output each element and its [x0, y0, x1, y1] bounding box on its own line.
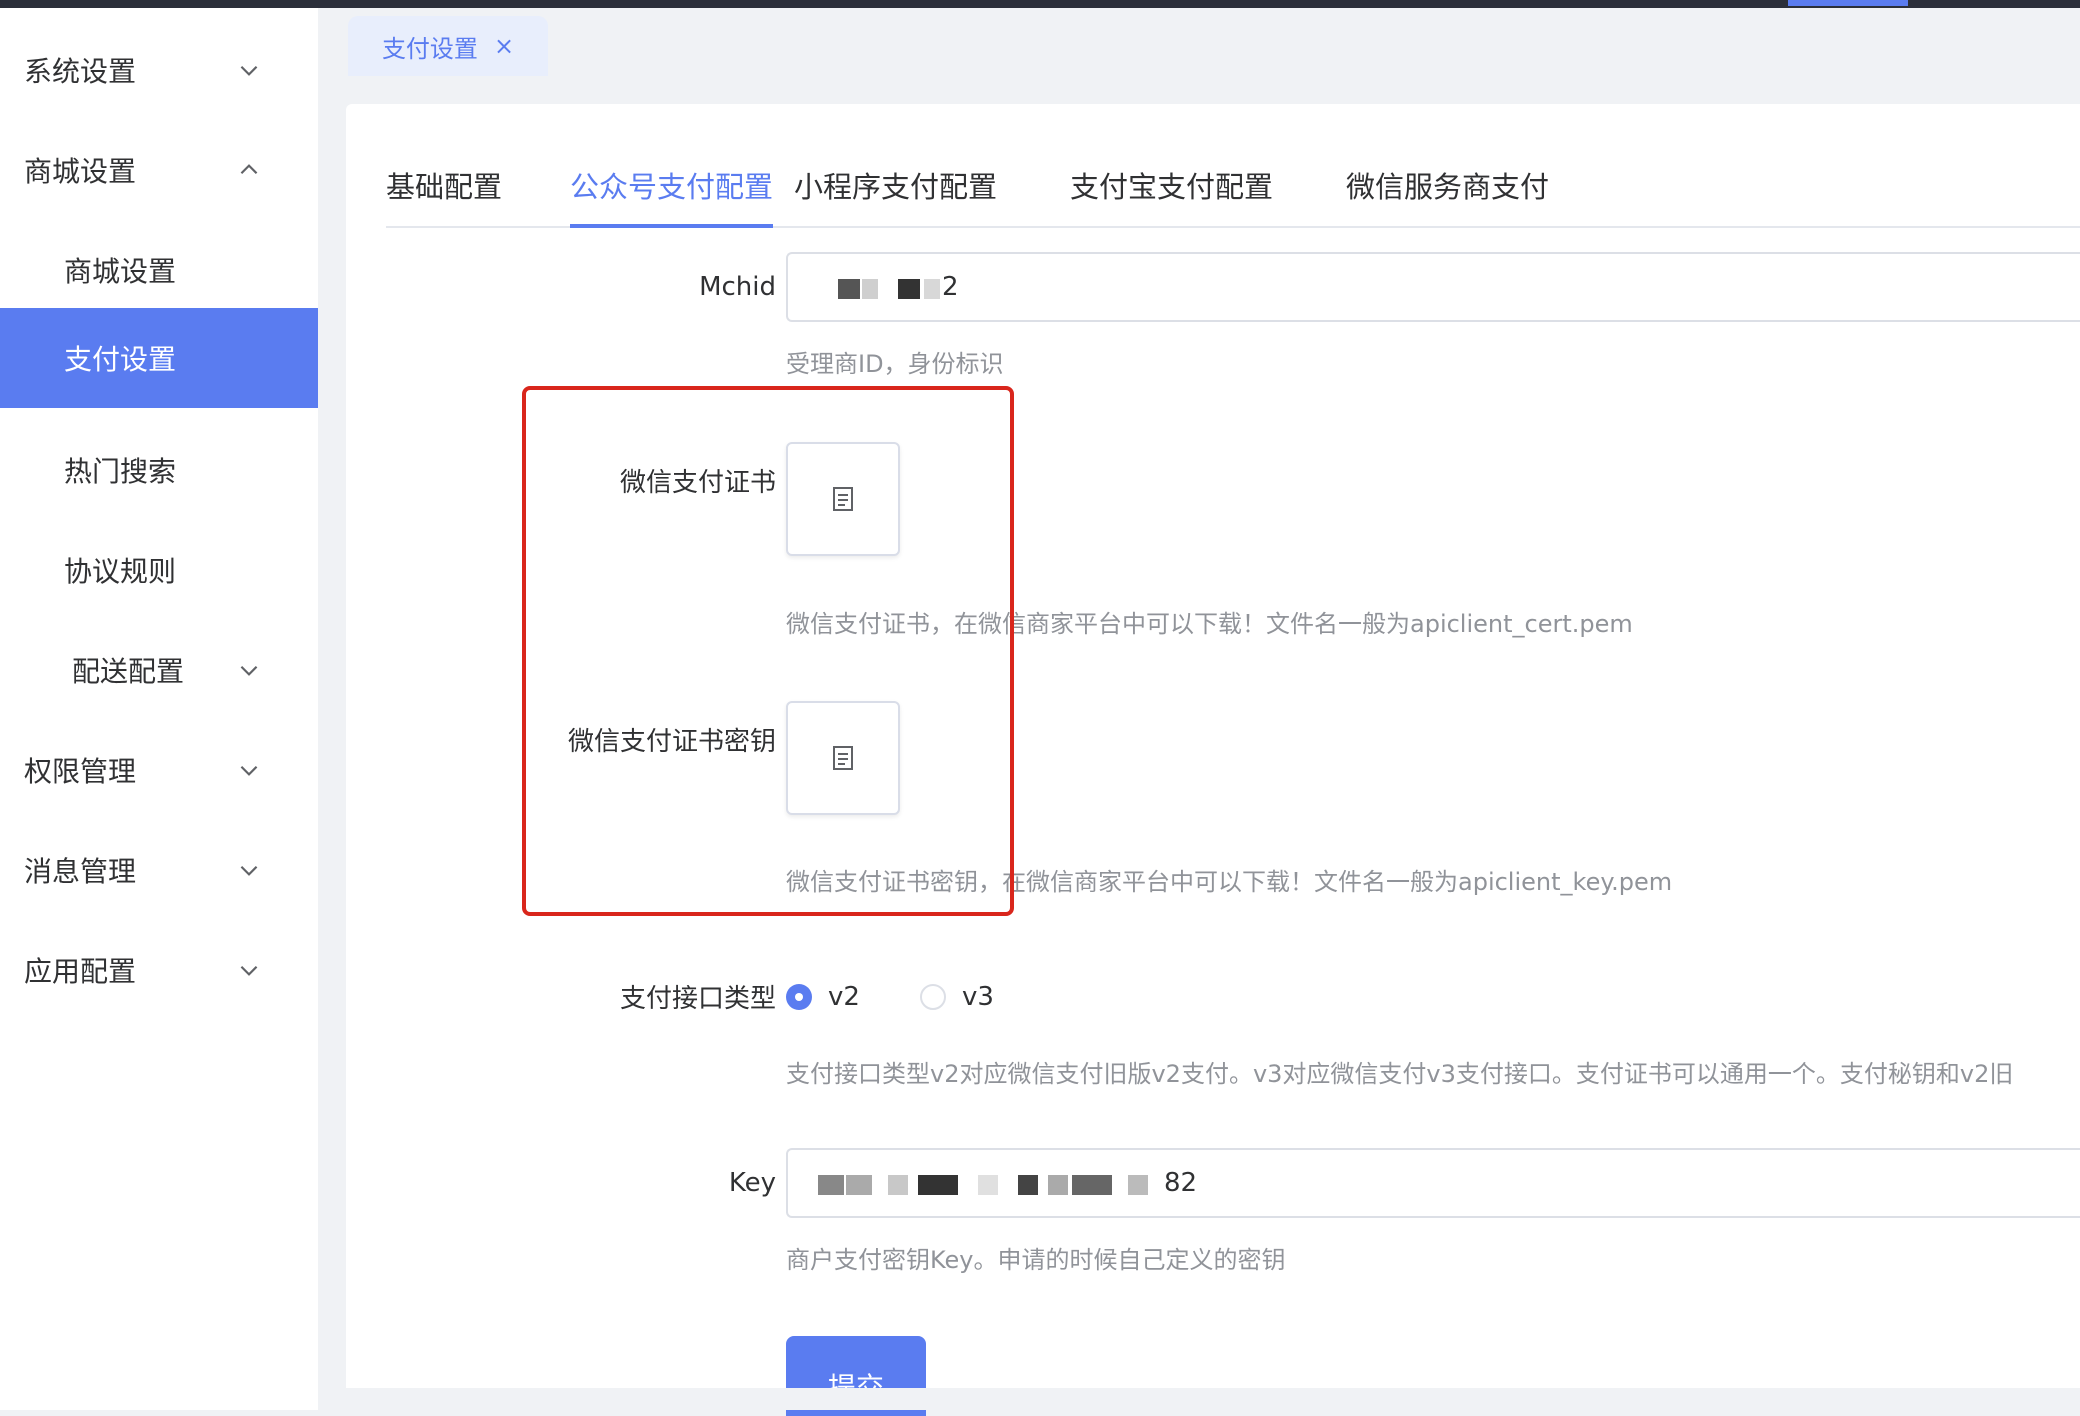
api-type-label: 支付接口类型 [619, 984, 776, 1014]
sidebar-item-payment-settings[interactable]: 支付设置 [0, 308, 318, 408]
page-tab-payment-settings[interactable]: 支付设置 × [348, 16, 548, 76]
radio-checked-icon [786, 984, 812, 1010]
sidebar-item-label: 商城设置 [24, 155, 137, 188]
key-label: Key [728, 1168, 776, 1198]
masked-value [1018, 1175, 1038, 1195]
config-tabs: 基础配置 公众号支付配置 小程序支付配置 支付宝支付配置 微信服务商支付 [386, 164, 2080, 228]
cert-key-help: 微信支付证书密钥，在微信商家平台中可以下载！文件名一般为apiclient_ke… [786, 868, 1673, 896]
masked-value [862, 279, 878, 299]
sidebar-item-label: 系统设置 [24, 55, 137, 88]
sidebar-item-permission-management[interactable]: 权限管理 [0, 720, 318, 820]
sidebar-item-label: 权限管理 [24, 755, 137, 788]
mchid-label: Mchid [699, 272, 776, 302]
sidebar-item-delivery-config[interactable]: 配送配置 [0, 620, 318, 720]
settings-card: 基础配置 公众号支付配置 小程序支付配置 支付宝支付配置 微信服务商支付 Mch… [346, 104, 2080, 1388]
sidebar-item-hot-search[interactable]: 热门搜索 [0, 420, 318, 520]
chevron-down-icon [236, 757, 262, 783]
sidebar-item-label: 消息管理 [24, 855, 137, 888]
chevron-down-icon [236, 957, 262, 983]
masked-value [818, 1175, 844, 1195]
key-value: 82 [1164, 1168, 1198, 1198]
tab-alipay-payment[interactable]: 支付宝支付配置 [1070, 164, 1273, 226]
chevron-down-icon [236, 657, 262, 683]
sidebar-item-label: 协议规则 [64, 555, 177, 588]
sidebar-item-label: 支付设置 [64, 343, 177, 376]
cert-help: 微信支付证书，在微信商家平台中可以下载！文件名一般为apiclient_cert… [786, 610, 1633, 638]
radio-v2[interactable]: v2 [786, 982, 860, 1012]
mchid-value: 2 [942, 272, 959, 302]
masked-value [838, 279, 860, 299]
radio-unchecked-icon [920, 984, 946, 1010]
page-tab-label: 支付设置 [381, 34, 478, 63]
page-tabs-strip [318, 8, 2080, 76]
masked-value [1128, 1175, 1148, 1195]
masked-value [924, 279, 940, 299]
sidebar-item-label: 热门搜索 [64, 455, 177, 488]
top-bar [0, 0, 2080, 8]
chevron-down-icon [236, 857, 262, 883]
sidebar-item-mall-settings-group[interactable]: 商城设置 [0, 120, 318, 220]
mchid-help: 受理商ID，身份标识 [786, 350, 1004, 378]
masked-value [918, 1175, 958, 1195]
tab-wechat-provider-payment[interactable]: 微信服务商支付 [1346, 164, 1549, 226]
sidebar-item-message-management[interactable]: 消息管理 [0, 820, 318, 920]
cert-key-label: 微信支付证书密钥 [567, 727, 776, 757]
masked-value [898, 279, 920, 299]
masked-value [846, 1175, 872, 1195]
tab-basic-config[interactable]: 基础配置 [386, 164, 502, 226]
masked-value [978, 1175, 998, 1195]
top-bar-accent [1788, 0, 1908, 6]
close-icon[interactable]: × [494, 32, 514, 60]
radio-v3[interactable]: v3 [920, 982, 994, 1012]
sidebar-item-label: 应用配置 [24, 955, 137, 988]
cert-upload[interactable] [786, 442, 900, 556]
tab-official-account-payment[interactable]: 公众号支付配置 [570, 164, 774, 228]
masked-value [1048, 1175, 1068, 1195]
radio-label: v3 [962, 982, 994, 1012]
chevron-down-icon [236, 57, 262, 83]
tab-mini-program-payment[interactable]: 小程序支付配置 [794, 164, 997, 226]
chevron-up-icon [236, 157, 262, 183]
document-icon [833, 487, 853, 511]
masked-value [888, 1175, 908, 1195]
bottom-band [318, 1388, 2080, 1410]
sidebar-item-label: 配送配置 [72, 655, 185, 688]
sidebar-item-agreement-rules[interactable]: 协议规则 [0, 520, 318, 620]
sidebar-item-system-settings[interactable]: 系统设置 [0, 20, 318, 120]
api-type-help: 支付接口类型v2对应微信支付旧版v2支付。v3对应微信支付v3支付接口。支付证书… [786, 1060, 2014, 1088]
cert-label: 微信支付证书 [619, 468, 776, 498]
cert-key-upload[interactable] [786, 701, 900, 815]
sidebar-item-mall-settings[interactable]: 商城设置 [0, 220, 318, 320]
sidebar: 系统设置 商城设置 商城设置 支付设置 热门搜索 协议规则 配送配置 权限管理 … [0, 8, 318, 1410]
key-input[interactable]: 82 [786, 1148, 2080, 1218]
sidebar-item-app-config[interactable]: 应用配置 [0, 920, 318, 1020]
radio-label: v2 [828, 982, 860, 1012]
key-help: 商户支付密钥Key。申请的时候自己定义的密钥 [786, 1246, 1286, 1274]
document-icon [833, 746, 853, 770]
sidebar-item-label: 商城设置 [64, 255, 177, 288]
mchid-input[interactable]: 2 [786, 252, 2080, 322]
masked-value [1072, 1175, 1112, 1195]
